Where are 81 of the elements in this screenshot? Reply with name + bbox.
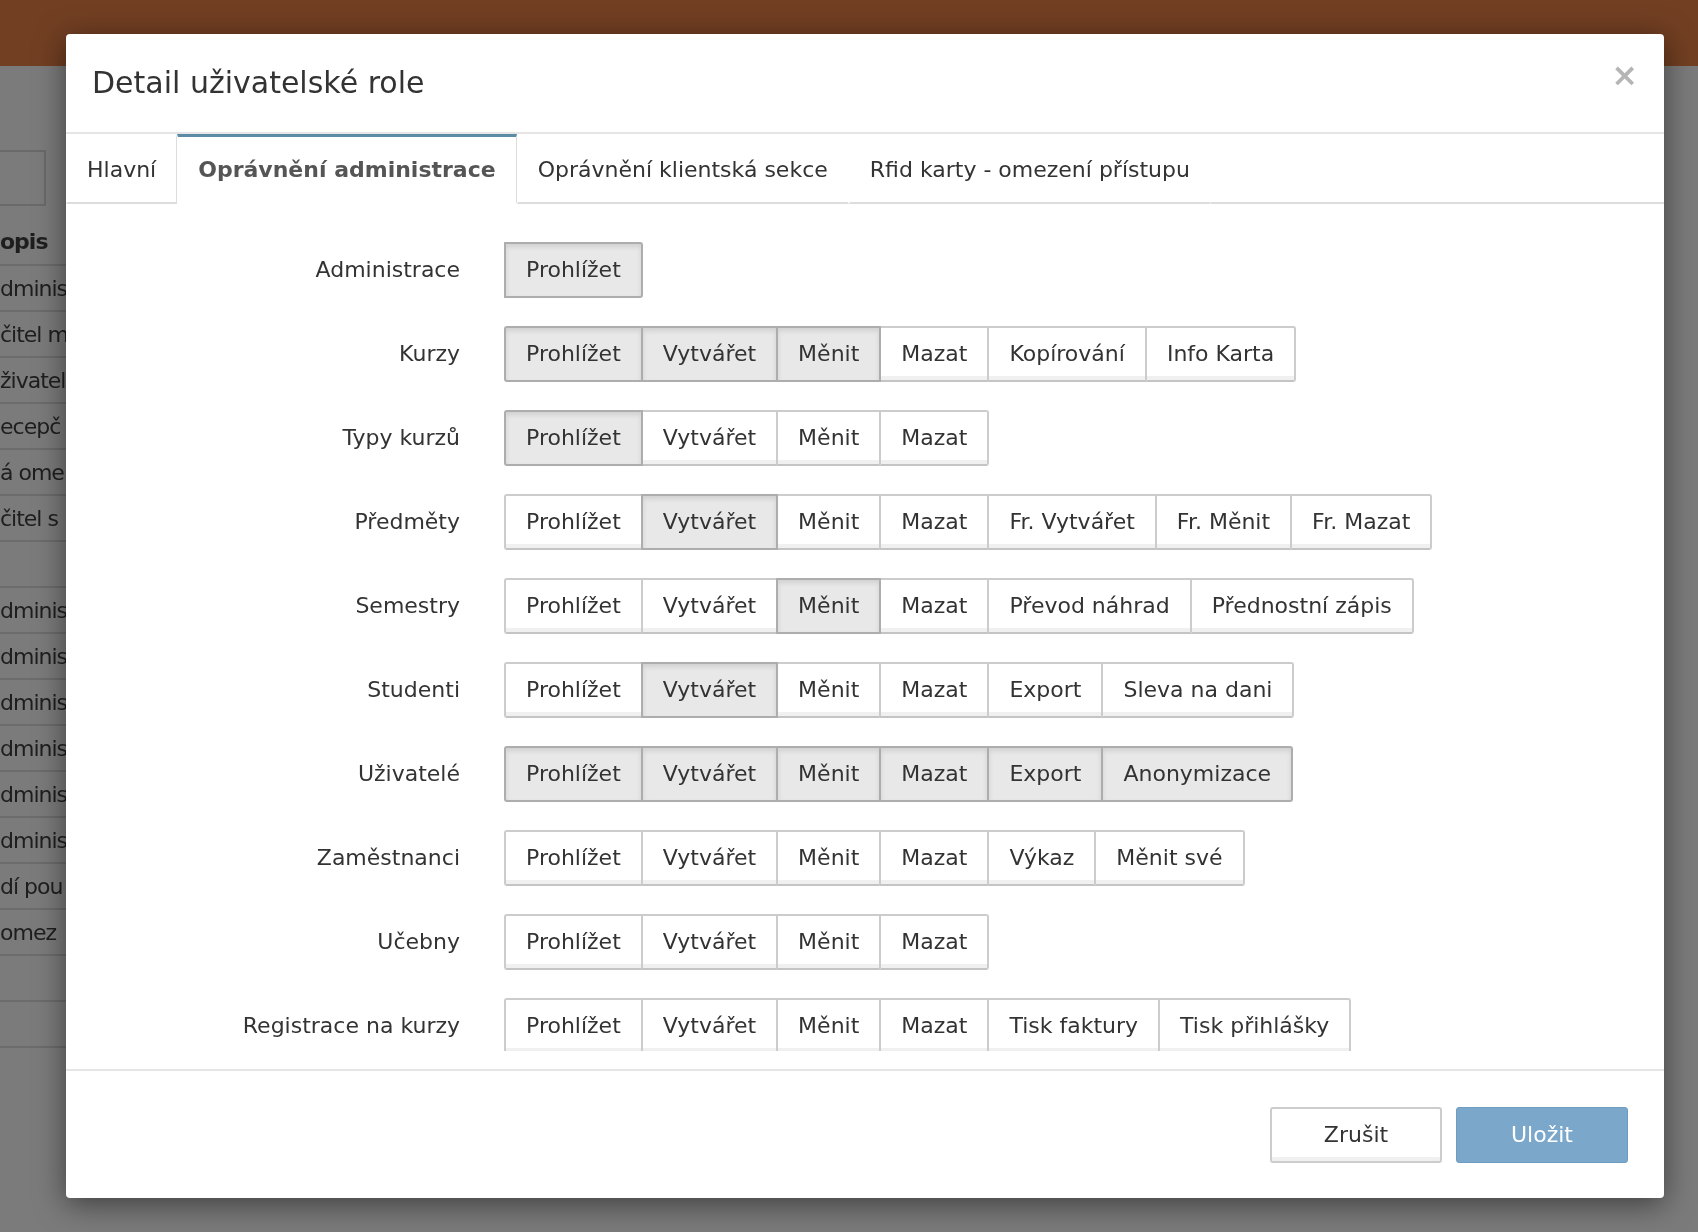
table-cell: omez [0, 919, 56, 945]
toggle-button[interactable]: Mazat [879, 829, 990, 886]
toggle-button[interactable]: Výkaz [987, 829, 1097, 886]
toggle-button[interactable]: Tisk přihlášky [1158, 997, 1352, 1051]
table-cell: dminis [0, 643, 66, 669]
toggle-button[interactable]: Info Karta [1144, 325, 1297, 382]
toggle-button[interactable]: Prohlížet [504, 661, 643, 718]
dialog-title: Detail uživatelské role [92, 65, 425, 101]
toggle-button[interactable]: Tisk faktury [987, 997, 1161, 1051]
cancel-button[interactable]: Zrušit [1270, 1106, 1442, 1163]
toggle-button[interactable]: Měnit [776, 409, 882, 466]
toggle-button[interactable]: Prohlížet [504, 829, 643, 886]
table-cell: čitel s [0, 505, 58, 531]
permission-label: Zaměstnanci [315, 845, 460, 871]
table-cell: dminis [0, 597, 66, 623]
toggle-button[interactable]: Vytvářet [640, 325, 779, 382]
table-cell: dminis [0, 689, 66, 715]
toggle-button[interactable]: Prohlížet [504, 997, 643, 1051]
table-cell: dminis [0, 735, 66, 761]
toggle-button[interactable]: Prohlížet [504, 577, 643, 634]
toggle-button[interactable]: Prohlížet [504, 493, 643, 550]
toggle-button[interactable]: Měnit [776, 829, 882, 886]
toggle-button[interactable]: Fr. Měnit [1154, 493, 1293, 550]
toggle-button[interactable]: Prohlížet [504, 745, 643, 802]
toggle-button[interactable]: Vytvářet [640, 493, 779, 550]
toggle-button[interactable]: Přednostní zápis [1189, 577, 1414, 634]
toggle-button[interactable]: Vytvářet [640, 745, 779, 802]
toggle-button[interactable]: Mazat [879, 493, 990, 550]
table-cell: čitel m [0, 321, 66, 347]
permission-label: Typy kurzů [341, 425, 460, 451]
toggle-button[interactable]: Fr. Vytvářet [987, 493, 1157, 550]
table-cell: dminis [0, 827, 66, 853]
toggle-button[interactable]: Vytvářet [640, 661, 779, 718]
toggle-button[interactable]: Měnit [776, 913, 882, 970]
table-cell: dminis [0, 275, 66, 301]
permission-label: Učebny [376, 929, 460, 955]
toggle-button[interactable]: Mazat [879, 325, 990, 382]
permission-label: Semestry [354, 593, 460, 619]
toggle-button[interactable]: Měnit [776, 661, 882, 718]
permission-label: Kurzy [398, 341, 460, 367]
column-header: opis [0, 228, 48, 254]
toggle-button[interactable]: Vytvářet [640, 577, 779, 634]
toggle-button[interactable]: Měnit [776, 577, 882, 634]
table-cell: dí pou [0, 873, 63, 899]
toggle-button[interactable]: Export [987, 745, 1104, 802]
table-cell: ecepč [0, 413, 61, 439]
toggle-button[interactable]: Sleva na dani [1101, 661, 1295, 718]
toggle-button[interactable]: Mazat [879, 997, 990, 1051]
toggle-button[interactable]: Prohlížet [504, 325, 643, 382]
permission-label: Předměty [353, 509, 460, 535]
table-cell: živatel [0, 367, 66, 393]
table-cell: dminis [0, 781, 66, 807]
toggle-button[interactable]: Prohlížet [504, 913, 643, 970]
toggle-button[interactable]: Export [987, 661, 1104, 718]
toggle-button[interactable]: Měnit [776, 493, 882, 550]
toggle-button[interactable]: Prohlížet [504, 409, 643, 466]
toggle-button[interactable]: Vytvářet [640, 913, 779, 970]
toggle-button[interactable]: Měnit [776, 325, 882, 382]
toggle-button[interactable]: Kopírování [987, 325, 1147, 382]
permission-label: Studenti [366, 677, 460, 703]
toggle-button[interactable]: Prohlížet [504, 241, 643, 298]
toggle-button[interactable]: Mazat [879, 745, 990, 802]
toggle-button[interactable]: Mazat [879, 661, 990, 718]
toggle-button[interactable]: Anonymizace [1101, 745, 1294, 802]
toggle-button[interactable]: Mazat [879, 913, 990, 970]
toggle-button[interactable]: Mazat [879, 577, 990, 634]
toggle-button[interactable]: Vytvářet [640, 997, 779, 1051]
toggle-button[interactable]: Vytvářet [640, 409, 779, 466]
toggle-button[interactable]: Fr. Mazat [1290, 493, 1433, 550]
permission-label: Uživatelé [356, 761, 460, 787]
permission-label: Registrace na kurzy [241, 1013, 460, 1039]
toggle-button[interactable]: Měnit [776, 745, 882, 802]
toggle-button[interactable]: Vytvářet [640, 829, 779, 886]
toggle-button[interactable]: Mazat [879, 409, 990, 466]
permission-label: Administrace [314, 257, 460, 283]
tab[interactable]: Hlavní [66, 133, 178, 204]
toggle-button[interactable]: Měnit [776, 997, 882, 1051]
toggle-button[interactable]: Převod náhrad [987, 577, 1192, 634]
tab[interactable]: Oprávnění administrace [177, 133, 517, 204]
table-cell: á ome [0, 459, 64, 485]
toggle-button[interactable]: Měnit své [1094, 829, 1245, 886]
